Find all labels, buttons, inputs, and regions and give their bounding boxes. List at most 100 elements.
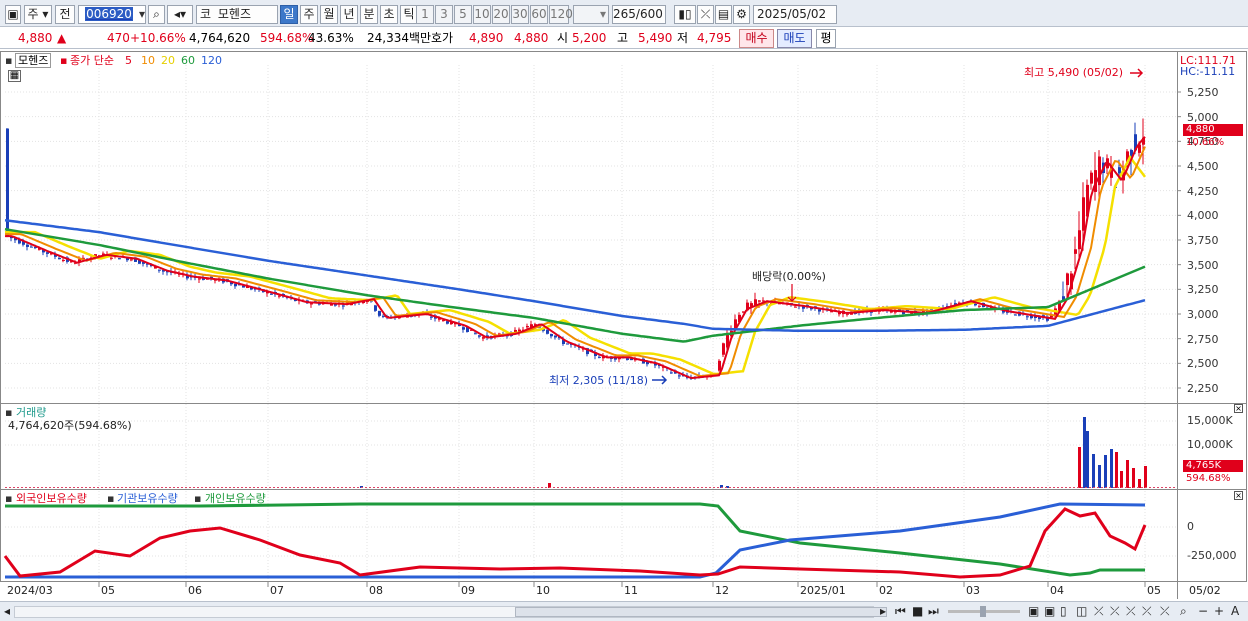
stock-name-field[interactable]: 코 모헨즈 bbox=[196, 5, 278, 24]
calculator-icon[interactable]: ▦ bbox=[8, 70, 21, 82]
tool-icon[interactable]: ◫ bbox=[1076, 604, 1087, 618]
candle-body bbox=[978, 305, 981, 307]
draw-tool-icon[interactable]: ⤫ bbox=[1142, 604, 1152, 619]
open-price: 5,200 bbox=[572, 31, 607, 45]
candle-body bbox=[794, 306, 797, 308]
chart-canvas[interactable] bbox=[0, 51, 1248, 601]
volume-title: 거래량 bbox=[16, 406, 47, 419]
volume-panel-icon[interactable]: ▪ bbox=[5, 406, 12, 419]
price-tick-label: 4,500 bbox=[1187, 160, 1219, 173]
market-select[interactable]: 주 ▾ bbox=[24, 5, 52, 24]
count-display[interactable]: 265/600 bbox=[612, 5, 666, 24]
high-label: 고 bbox=[617, 31, 629, 45]
period-tab[interactable]: 초 bbox=[380, 5, 398, 24]
draw-tool-icon[interactable]: ⤫ bbox=[1126, 604, 1136, 619]
horizontal-scrollbar[interactable] bbox=[14, 606, 887, 618]
candle-body bbox=[718, 360, 721, 371]
volume-panel-close-icon[interactable]: × bbox=[1234, 404, 1243, 413]
volume-bar bbox=[1132, 468, 1135, 488]
zoom-out-icon[interactable]: − bbox=[1198, 604, 1208, 618]
candle-body bbox=[546, 330, 549, 334]
tool-icon[interactable]: ▣ bbox=[1044, 604, 1055, 618]
candle-body bbox=[626, 358, 629, 360]
legend-dot-icon: ▪ bbox=[107, 492, 115, 505]
date-input[interactable]: 2025/05/02 bbox=[753, 5, 837, 24]
interval-tab[interactable]: 3 bbox=[435, 5, 453, 24]
layout-icon[interactable]: ▣ bbox=[5, 5, 21, 24]
holdings-panel-close-icon[interactable]: × bbox=[1234, 491, 1243, 500]
tool-icon[interactable]: ▯ bbox=[1060, 604, 1067, 618]
quote-label: 호가 bbox=[431, 31, 454, 45]
interval-dropdown[interactable]: ▾ bbox=[573, 5, 609, 24]
avg-button[interactable]: 평 bbox=[816, 29, 836, 48]
stock-title[interactable]: 모헨즈 bbox=[15, 53, 52, 68]
volume-bar bbox=[1098, 465, 1101, 488]
price-tick-label: 5,000 bbox=[1187, 110, 1219, 124]
period-tab[interactable]: 월 bbox=[320, 5, 338, 24]
crosshair-icon[interactable]: ⤫ bbox=[697, 5, 714, 24]
x-axis-label: 05 bbox=[1147, 584, 1161, 597]
fast-forward-icon[interactable]: ⏭ bbox=[928, 604, 939, 619]
speaker-icon[interactable]: ◂▾ bbox=[167, 5, 193, 24]
scroll-left-icon[interactable]: ◂ bbox=[4, 604, 10, 618]
zoom-icon[interactable]: ⌕ bbox=[1180, 604, 1187, 619]
draw-tool-icon[interactable]: ⤫ bbox=[1110, 604, 1120, 619]
candle-body bbox=[26, 244, 29, 247]
prefix-button[interactable]: 전 bbox=[55, 5, 75, 24]
holdings-panel-icon[interactable]: ▪ bbox=[5, 492, 12, 505]
panel-menu-icon[interactable]: ▪ bbox=[5, 54, 12, 67]
x-axis-label: 11 bbox=[624, 584, 638, 597]
interval-tab[interactable]: 1 bbox=[416, 5, 434, 24]
ma5-line bbox=[5, 136, 1146, 380]
candle-body bbox=[550, 333, 553, 337]
scrollbar-thumb[interactable] bbox=[515, 607, 887, 617]
open-label: 시 bbox=[557, 31, 569, 45]
search-icon[interactable]: ⌕ bbox=[148, 5, 165, 24]
candle-type-icon[interactable]: ▮▯ bbox=[674, 5, 696, 24]
buy-button[interactable]: 매수 bbox=[739, 29, 774, 48]
period-tab[interactable]: 주 bbox=[300, 5, 318, 24]
save-icon[interactable]: ▤ bbox=[715, 5, 732, 24]
draw-tool-icon[interactable]: ⤫ bbox=[1094, 604, 1104, 619]
candle-body bbox=[198, 278, 201, 280]
interval-tab[interactable]: 5 bbox=[454, 5, 472, 24]
rewind-icon[interactable]: ⏮ bbox=[895, 604, 906, 619]
sell-button[interactable]: 매도 bbox=[777, 29, 812, 48]
volume-bar bbox=[1104, 455, 1107, 488]
font-size-icon[interactable]: A bbox=[1231, 604, 1239, 618]
ma-toggle-icon[interactable]: ▪ bbox=[60, 54, 67, 67]
x-axis-label: 12 bbox=[715, 584, 729, 597]
quote-bid: 4,880 bbox=[514, 31, 549, 45]
stock-code-input[interactable]: 006920 ▾ bbox=[78, 5, 146, 24]
trade-amount: 24,334백만 bbox=[367, 31, 432, 45]
price-tick-label: 4,000 bbox=[1187, 209, 1219, 223]
zoom-slider-handle[interactable] bbox=[980, 606, 986, 617]
market-label: 주 bbox=[27, 7, 39, 21]
candle-body bbox=[158, 269, 161, 271]
stop-icon[interactable]: ■ bbox=[912, 604, 923, 618]
interval-tab[interactable]: 30 bbox=[511, 5, 529, 24]
interval-tab[interactable]: 60 bbox=[530, 5, 548, 24]
candle-body bbox=[1118, 167, 1121, 174]
turnover-percent: 43.63% bbox=[308, 31, 354, 45]
candle-body bbox=[1014, 314, 1017, 316]
interval-tab[interactable]: 20 bbox=[492, 5, 510, 24]
x-axis-label: 09 bbox=[461, 584, 475, 597]
period-tab[interactable]: 일 bbox=[280, 5, 298, 24]
period-tab[interactable]: 년 bbox=[340, 5, 358, 24]
zoom-in-icon[interactable]: + bbox=[1214, 604, 1224, 618]
ma-10-label: 10 bbox=[141, 54, 155, 67]
candle-body bbox=[1074, 249, 1077, 254]
interval-tab[interactable]: 120 bbox=[549, 5, 573, 24]
scroll-right-icon[interactable]: ▸ bbox=[880, 604, 886, 618]
holdings-tick-0: 0 bbox=[1187, 520, 1194, 533]
chart-area[interactable]: ▪ 모헨즈 ▪ 종가 단순 5 10 20 60 120 ▦ LC:111.71… bbox=[0, 51, 1248, 601]
gear-icon[interactable]: ⚙ bbox=[733, 5, 750, 24]
period-tab[interactable]: 분 bbox=[360, 5, 378, 24]
draw-tool-icon[interactable]: ⤫ bbox=[1160, 604, 1170, 619]
candle-body bbox=[46, 252, 49, 254]
tool-icon[interactable]: ▣ bbox=[1028, 604, 1039, 618]
interval-tab[interactable]: 10 bbox=[473, 5, 491, 24]
stock-name: 모헨즈 bbox=[217, 7, 251, 21]
ma-title: 종가 단순 bbox=[70, 54, 114, 67]
